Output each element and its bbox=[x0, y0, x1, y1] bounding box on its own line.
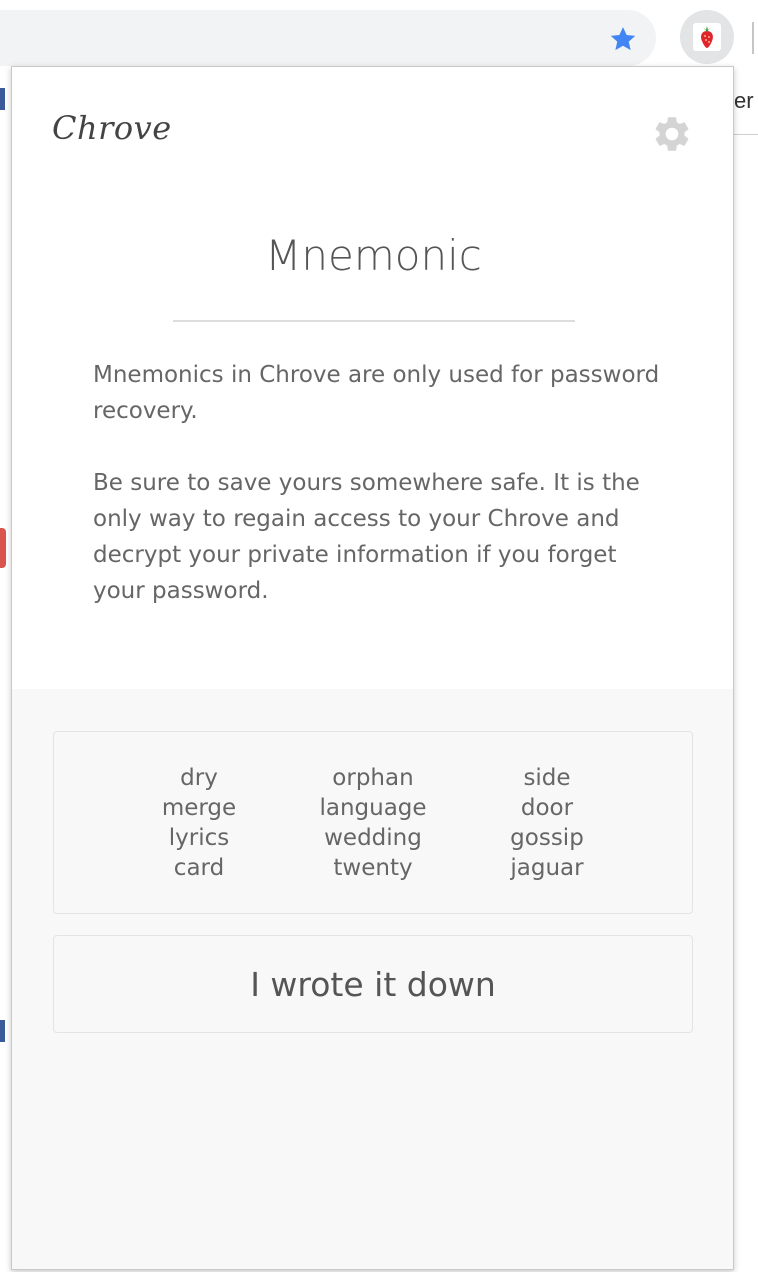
mnemonic-word: language bbox=[319, 795, 427, 821]
mnemonic-words-box: dry merge lyrics card orphan language we… bbox=[53, 731, 693, 914]
toolbar-separator bbox=[752, 22, 754, 54]
mnemonic-word: orphan bbox=[332, 765, 414, 791]
background-page-element bbox=[0, 528, 6, 568]
background-page-divider bbox=[734, 134, 758, 135]
mnemonic-word: card bbox=[173, 855, 225, 881]
settings-button[interactable] bbox=[648, 110, 696, 158]
extension-button[interactable] bbox=[680, 10, 734, 64]
mnemonic-word: twenty bbox=[333, 855, 413, 881]
mnemonic-word: merge bbox=[161, 795, 237, 821]
wrote-it-down-button[interactable]: I wrote it down bbox=[53, 935, 693, 1033]
mnemonic-column: orphan language wedding twenty bbox=[298, 763, 448, 913]
mnemonic-word: gossip bbox=[510, 825, 584, 851]
gear-icon bbox=[655, 117, 689, 151]
mnemonic-column: side door gossip jaguar bbox=[472, 763, 622, 913]
page-title: Mnemonic bbox=[265, 231, 482, 280]
extension-popup: Chrove Mnemonic Mnemonics in Chrove are … bbox=[11, 66, 734, 1270]
mnemonic-column: dry merge lyrics card bbox=[124, 763, 274, 913]
mnemonic-word: jaguar bbox=[510, 855, 584, 881]
address-bar[interactable] bbox=[0, 10, 656, 66]
bookmark-star-icon[interactable] bbox=[602, 18, 644, 60]
title-divider bbox=[173, 320, 575, 322]
mnemonic-word: wedding bbox=[324, 825, 422, 851]
background-page-text: er b bbox=[734, 88, 758, 113]
description-paragraph: Be sure to save yours somewhere safe. It… bbox=[93, 470, 640, 604]
mnemonic-word: lyrics bbox=[168, 825, 230, 851]
strawberry-icon bbox=[693, 23, 721, 51]
description-paragraph: Mnemonics in Chrove are only used for pa… bbox=[93, 362, 660, 424]
background-page-element bbox=[0, 88, 5, 110]
mnemonic-word: dry bbox=[180, 765, 218, 791]
mnemonic-word: door bbox=[520, 795, 574, 821]
background-page-element bbox=[0, 1020, 5, 1042]
mnemonic-word: side bbox=[523, 765, 571, 791]
description: Mnemonics in Chrove are only used for pa… bbox=[93, 357, 673, 609]
brand-logo: Chrove bbox=[52, 109, 172, 147]
mnemonic-panel: dry merge lyrics card orphan language we… bbox=[12, 689, 733, 1269]
